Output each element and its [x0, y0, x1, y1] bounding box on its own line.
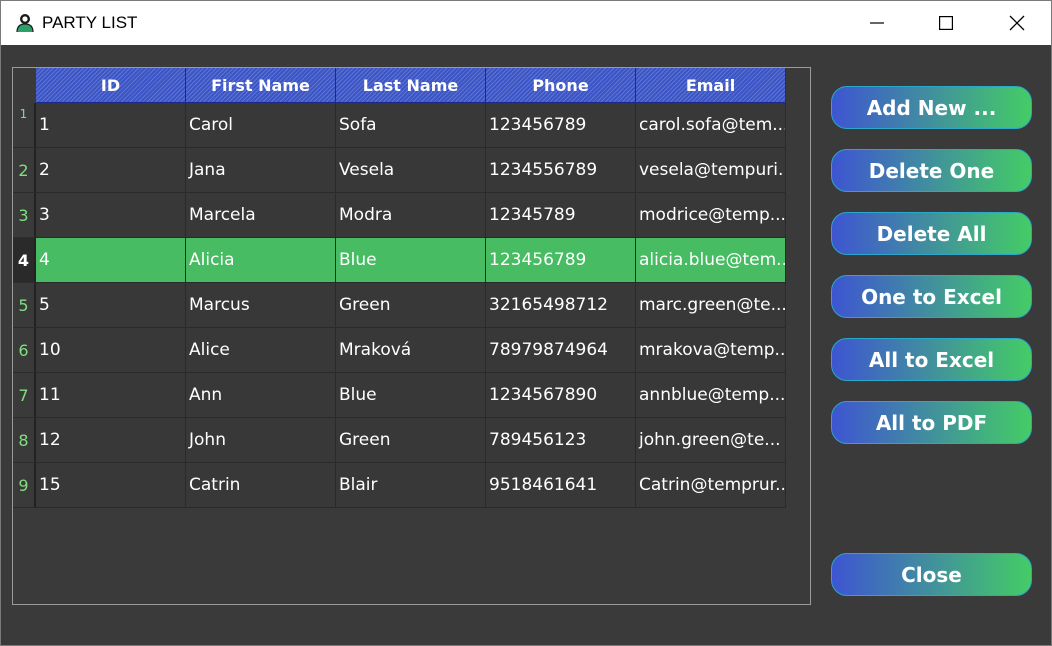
cell-first-name[interactable]: Carol: [186, 103, 336, 148]
cell-phone[interactable]: 9518461641: [486, 463, 636, 508]
table-row[interactable]: 6 10 Alice Mraková 78979874964 mrakova@t…: [13, 328, 786, 373]
cell-id[interactable]: 12: [36, 418, 186, 463]
cell-email[interactable]: carol.sofa@tem...: [636, 103, 786, 148]
cell-phone[interactable]: 789456123: [486, 418, 636, 463]
cell-first-name[interactable]: Jana: [186, 148, 336, 193]
delete-all-button[interactable]: Delete All: [831, 212, 1032, 255]
cell-last-name[interactable]: Mraková: [336, 328, 486, 373]
column-header-phone[interactable]: Phone: [486, 68, 636, 103]
cell-email[interactable]: alicia.blue@tem...: [636, 238, 786, 283]
delete-one-button[interactable]: Delete One: [831, 149, 1032, 192]
cell-email[interactable]: annblue@temp...: [636, 373, 786, 418]
maximize-button[interactable]: [923, 1, 969, 45]
cell-first-name[interactable]: Alicia: [186, 238, 336, 283]
cell-first-name[interactable]: John: [186, 418, 336, 463]
column-header-email[interactable]: Email: [636, 68, 786, 103]
cell-last-name[interactable]: Modra: [336, 193, 486, 238]
cell-phone[interactable]: 1234556789: [486, 148, 636, 193]
cell-email[interactable]: Catrin@temprur...: [636, 463, 786, 508]
row-header[interactable]: 2: [13, 148, 36, 193]
title-bar[interactable]: PARTY LIST: [1, 1, 1051, 45]
cell-id[interactable]: 3: [36, 193, 186, 238]
row-header[interactable]: 1: [13, 103, 36, 148]
table-row[interactable]: 9 15 Catrin Blair 9518461641 Catrin@temp…: [13, 463, 786, 508]
column-header-last-name[interactable]: Last Name: [336, 68, 486, 103]
cell-phone[interactable]: 1234567890: [486, 373, 636, 418]
grid-rows: 1 1 Carol Sofa 123456789 carol.sofa@tem.…: [13, 103, 786, 508]
row-header[interactable]: 4: [13, 238, 36, 283]
grid-header: ID First Name Last Name Phone Email: [36, 68, 786, 103]
cell-id[interactable]: 2: [36, 148, 186, 193]
cell-phone[interactable]: 78979874964: [486, 328, 636, 373]
cell-phone[interactable]: 32165498712: [486, 283, 636, 328]
row-header[interactable]: 3: [13, 193, 36, 238]
cell-last-name[interactable]: Green: [336, 418, 486, 463]
cell-first-name[interactable]: Catrin: [186, 463, 336, 508]
one-to-excel-button[interactable]: One to Excel: [831, 275, 1032, 318]
table-row[interactable]: 7 11 Ann Blue 1234567890 annblue@temp...: [13, 373, 786, 418]
close-window-button[interactable]: [994, 1, 1040, 45]
cell-last-name[interactable]: Vesela: [336, 148, 486, 193]
cell-id[interactable]: 1: [36, 103, 186, 148]
cell-email[interactable]: john.green@te...: [636, 418, 786, 463]
cell-first-name[interactable]: Marcela: [186, 193, 336, 238]
cell-email[interactable]: modrice@temp...: [636, 193, 786, 238]
column-header-first-name[interactable]: First Name: [186, 68, 336, 103]
table-row-selected[interactable]: 4 4 Alicia Blue 123456789 alicia.blue@te…: [13, 238, 786, 283]
cell-id[interactable]: 11: [36, 373, 186, 418]
close-icon: [1009, 15, 1025, 31]
all-to-pdf-button[interactable]: All to PDF: [831, 401, 1032, 444]
column-header-id[interactable]: ID: [36, 68, 186, 103]
add-new-button[interactable]: Add New ...: [831, 86, 1032, 129]
close-button[interactable]: Close: [831, 553, 1032, 596]
table-row[interactable]: 1 1 Carol Sofa 123456789 carol.sofa@tem.…: [13, 103, 786, 148]
minimize-button[interactable]: [854, 1, 900, 45]
cell-first-name[interactable]: Marcus: [186, 283, 336, 328]
cell-last-name[interactable]: Blue: [336, 373, 486, 418]
cell-last-name[interactable]: Green: [336, 283, 486, 328]
cell-first-name[interactable]: Ann: [186, 373, 336, 418]
table-row[interactable]: 5 5 Marcus Green 32165498712 marc.green@…: [13, 283, 786, 328]
cell-id[interactable]: 10: [36, 328, 186, 373]
row-header[interactable]: 6: [13, 328, 36, 373]
main-window: PARTY LIST ID First Name Last Name Phone…: [0, 0, 1052, 646]
cell-id[interactable]: 4: [36, 238, 186, 283]
person-icon: [16, 13, 34, 33]
minimize-icon: [870, 16, 884, 30]
party-grid[interactable]: ID First Name Last Name Phone Email 1 1 …: [12, 67, 811, 605]
cell-phone[interactable]: 123456789: [486, 103, 636, 148]
cell-last-name[interactable]: Blair: [336, 463, 486, 508]
table-row[interactable]: 2 2 Jana Vesela 1234556789 vesela@tempur…: [13, 148, 786, 193]
cell-email[interactable]: vesela@tempuri...: [636, 148, 786, 193]
row-header[interactable]: 5: [13, 283, 36, 328]
table-row[interactable]: 8 12 John Green 789456123 john.green@te.…: [13, 418, 786, 463]
maximize-icon: [939, 16, 953, 30]
cell-last-name[interactable]: Blue: [336, 238, 486, 283]
cell-last-name[interactable]: Sofa: [336, 103, 486, 148]
cell-id[interactable]: 5: [36, 283, 186, 328]
cell-id[interactable]: 15: [36, 463, 186, 508]
row-header[interactable]: 7: [13, 373, 36, 418]
grid-corner: [13, 68, 36, 103]
cell-phone[interactable]: 123456789: [486, 238, 636, 283]
window-title: PARTY LIST: [42, 13, 138, 32]
row-header[interactable]: 8: [13, 418, 36, 463]
all-to-excel-button[interactable]: All to Excel: [831, 338, 1032, 381]
row-header[interactable]: 9: [13, 463, 36, 508]
cell-email[interactable]: marc.green@te...: [636, 283, 786, 328]
cell-first-name[interactable]: Alice: [186, 328, 336, 373]
table-row[interactable]: 3 3 Marcela Modra 12345789 modrice@temp.…: [13, 193, 786, 238]
cell-phone[interactable]: 12345789: [486, 193, 636, 238]
cell-email[interactable]: mrakova@temp...: [636, 328, 786, 373]
